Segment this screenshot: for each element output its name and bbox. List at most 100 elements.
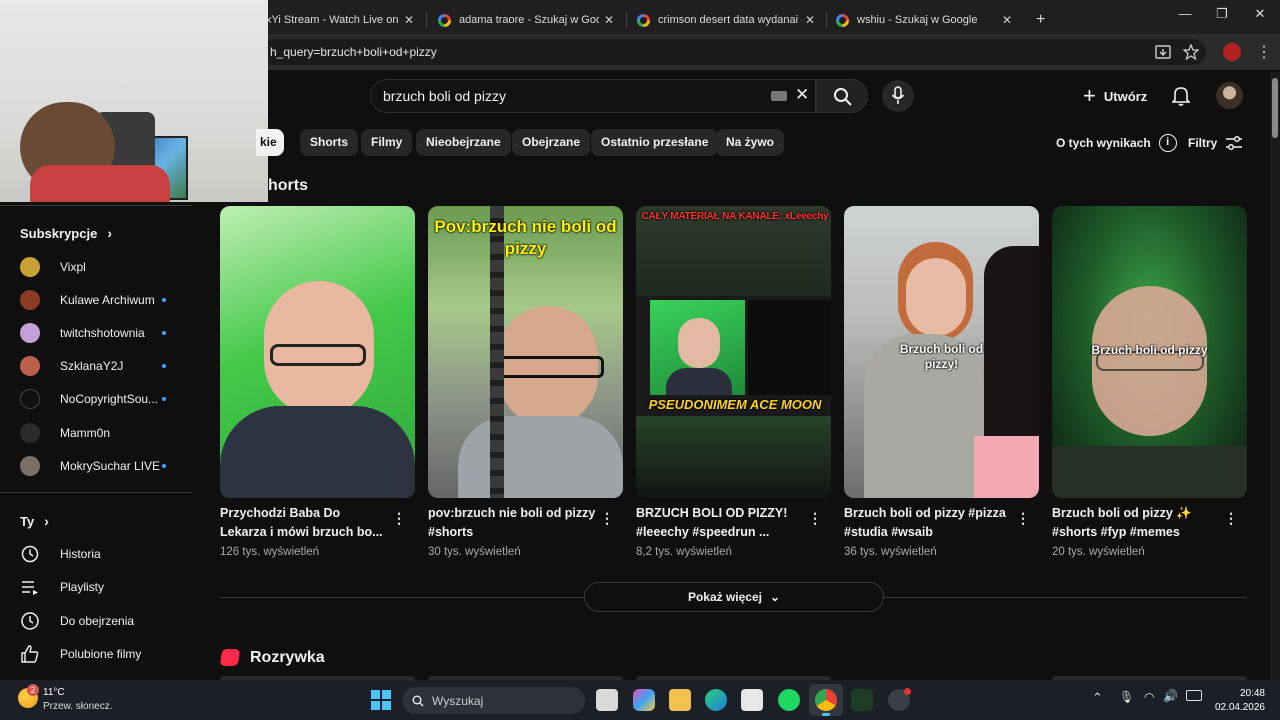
maximize-button[interactable]: ❐ xyxy=(1207,6,1237,22)
user-avatar[interactable] xyxy=(1216,82,1243,109)
chrome-icon[interactable] xyxy=(815,689,837,711)
notification-badge xyxy=(904,688,911,695)
browser-tab[interactable]: wshiu - Szukaj w Google ✕ xyxy=(826,6,1022,34)
playlist-icon xyxy=(22,581,38,595)
about-results-label: O tych wynikach xyxy=(1056,136,1151,150)
chip-label: Filmy xyxy=(371,135,403,149)
you-heading[interactable]: Ty › xyxy=(20,513,49,529)
chevron-up-icon[interactable]: ⌃ xyxy=(1092,690,1103,706)
search-button[interactable] xyxy=(816,79,868,113)
sidebar-item-playlists[interactable]: Playlisty xyxy=(0,572,192,602)
short-thumbnail[interactable]: Pov:brzuch nie boli od pizzy xyxy=(428,206,623,498)
sidebar-item-history[interactable]: Historia xyxy=(0,539,192,569)
tab-title: xYi Stream - Watch Live on Ki xyxy=(266,14,402,26)
short-title[interactable]: BRZUCH BOLI OD PIZZY! #leeechy #speedrun… xyxy=(636,504,806,542)
app-icon[interactable] xyxy=(851,689,873,711)
short-title[interactable]: Brzuch boli od pizzy ✨ #shorts #fyp #mem… xyxy=(1052,504,1222,542)
bookmark-star-icon[interactable] xyxy=(1183,44,1199,60)
battery-icon[interactable] xyxy=(1186,690,1202,701)
install-icon[interactable] xyxy=(1155,45,1171,59)
more-actions-icon[interactable]: ⋮ xyxy=(808,510,823,527)
browser-tab[interactable]: xYi Stream - Watch Live on Ki ✕ xyxy=(256,6,424,34)
chip-live[interactable]: Na żywo xyxy=(716,129,785,156)
voice-search-button[interactable] xyxy=(882,80,914,112)
wifi-icon[interactable]: ◠ xyxy=(1144,690,1154,704)
menu-dots-icon[interactable]: ⋮ xyxy=(1256,42,1272,62)
clock-date[interactable]: 02.04.2026 xyxy=(1206,702,1265,713)
tab-title: adama traore - Szukaj w Google xyxy=(459,14,599,26)
sidebar-item-kulawe-archiwum[interactable]: Kulawe Archiwum xyxy=(0,285,192,315)
subscriptions-label: Subskrypcje xyxy=(20,225,98,241)
taskbar-search-placeholder: Wyszukaj xyxy=(432,693,484,708)
chip-shorts[interactable]: Shorts xyxy=(300,129,359,156)
task-view-icon[interactable] xyxy=(596,689,618,711)
taskbar-search[interactable]: Wyszukaj xyxy=(402,687,585,714)
hoodie-image xyxy=(666,368,732,395)
chevron-down-icon: ⌄ xyxy=(769,590,781,604)
sidebar-item-nocopyrightsounds[interactable]: NoCopyrightSou... xyxy=(0,384,192,414)
close-tab-icon[interactable]: ✕ xyxy=(1002,13,1012,27)
chip-videos[interactable]: Filmy xyxy=(361,129,413,156)
spotify-icon[interactable] xyxy=(778,689,800,711)
short-title[interactable]: pov:brzuch nie boli od pizzy #shorts xyxy=(428,504,598,542)
new-content-dot xyxy=(162,364,166,368)
short-title[interactable]: Przychodzi Baba Do Lekarza i mówi brzuch… xyxy=(220,504,390,542)
sidebar-item-szklanay2j[interactable]: SzklanaY2J xyxy=(0,351,192,381)
windows-start-icon[interactable] xyxy=(371,690,391,710)
chip-recently-uploaded[interactable]: Ostatnio przesłane xyxy=(591,129,719,156)
minimize-button[interactable]: — xyxy=(1170,6,1200,21)
sidebar-item-twitchshotownia[interactable]: twitchshotownia xyxy=(0,318,192,348)
short-title[interactable]: Brzuch boli od pizzy #pizza #studia #wsa… xyxy=(844,504,1014,542)
scrollbar-thumb[interactable] xyxy=(1272,78,1278,138)
file-explorer-icon[interactable] xyxy=(669,689,691,711)
browser-tab[interactable]: crimson desert data wydanai - S ✕ xyxy=(627,6,825,34)
close-window-button[interactable]: ✕ xyxy=(1245,6,1275,22)
face-image xyxy=(906,258,966,336)
chip-watched[interactable]: Obejrzane xyxy=(512,129,591,156)
chip-all[interactable]: kie xyxy=(256,129,284,156)
more-actions-icon[interactable]: ⋮ xyxy=(600,510,615,527)
url-field[interactable]: h_query=brzuch+boli+od+pizzy xyxy=(262,39,1206,65)
scrollbar-track[interactable] xyxy=(1270,72,1280,680)
close-tab-icon[interactable]: ✕ xyxy=(404,13,414,27)
more-actions-icon[interactable]: ⋮ xyxy=(392,510,407,527)
short-thumbnail[interactable] xyxy=(220,206,415,498)
profile-avatar[interactable] xyxy=(1223,43,1241,61)
microphone-icon[interactable]: 🎙 xyxy=(1119,690,1134,704)
short-thumbnail[interactable]: Brzuch boli od pizzy! xyxy=(844,206,1039,498)
close-tab-icon[interactable]: ✕ xyxy=(604,13,614,27)
sidebar-item-mokrysuchar-live[interactable]: MokrySuchar LIVE xyxy=(0,451,192,481)
sidebar-item-liked-videos[interactable]: Polubione filmy xyxy=(0,639,192,669)
more-actions-icon[interactable]: ⋮ xyxy=(1224,510,1239,527)
subscriptions-heading[interactable]: Subskrypcje › xyxy=(20,225,112,241)
edge-browser-icon[interactable] xyxy=(705,689,727,711)
new-content-dot xyxy=(162,464,166,468)
close-tab-icon[interactable]: ✕ xyxy=(805,13,815,27)
chip-unwatched[interactable]: Nieobejrzane xyxy=(416,129,511,156)
copilot-icon[interactable] xyxy=(633,689,655,711)
clear-search-icon[interactable]: ✕ xyxy=(795,85,809,105)
sidebar-item-watch-later[interactable]: Do obejrzenia xyxy=(0,606,192,636)
clock-time[interactable]: 20:48 xyxy=(1215,688,1265,699)
new-tab-button[interactable]: + xyxy=(1026,6,1055,34)
filters-button[interactable]: Filtry xyxy=(1188,135,1243,151)
more-actions-icon[interactable]: ⋮ xyxy=(1016,510,1031,527)
short-thumbnail[interactable]: CAŁY MATERIAŁ NA KANALE: xLeeechy PSEUDO… xyxy=(636,206,831,498)
show-more-button[interactable]: Pokaż więcej ⌄ xyxy=(584,582,884,612)
chevron-right-icon: › xyxy=(44,513,49,529)
create-button[interactable]: + Utwórz xyxy=(1083,83,1147,108)
chevron-right-icon: › xyxy=(107,225,112,241)
notifications-bell-icon[interactable] xyxy=(1172,86,1190,106)
sidebar-divider xyxy=(0,205,192,206)
browser-tab[interactable]: adama traore - Szukaj w Google ✕ xyxy=(428,6,624,34)
microsoft-store-icon[interactable] xyxy=(741,689,763,711)
search-input[interactable]: brzuch boli od pizzy xyxy=(383,88,506,104)
sidebar-item-vixpl[interactable]: Vixpl xyxy=(0,252,192,282)
tab-title: wshiu - Szukaj w Google xyxy=(857,14,978,26)
sidebar-item-mamm0n[interactable]: Mamm0n xyxy=(0,418,192,448)
search-box[interactable]: brzuch boli od pizzy ✕ xyxy=(370,79,816,113)
short-thumbnail[interactable]: Brzuch boli od pizzy xyxy=(1052,206,1247,498)
volume-icon[interactable]: 🔊 xyxy=(1163,689,1178,703)
about-results-button[interactable]: O tych wynikach i xyxy=(1056,134,1177,152)
keyboard-icon[interactable] xyxy=(771,91,787,101)
